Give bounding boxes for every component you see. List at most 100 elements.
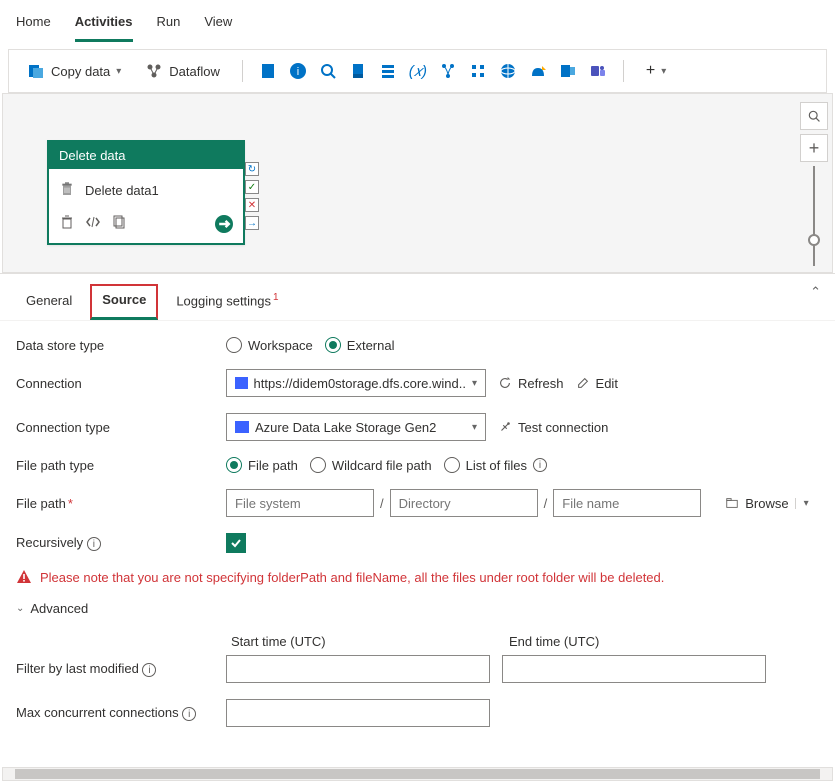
dataflow-button[interactable]: Dataflow xyxy=(139,58,226,84)
align-icon[interactable] xyxy=(469,62,487,80)
node-title: Delete data xyxy=(49,142,243,169)
radio-external[interactable]: External xyxy=(325,337,395,353)
panel-tab-general[interactable]: General xyxy=(16,287,82,318)
copy-data-button[interactable]: Copy data ▾ xyxy=(21,58,127,84)
run-icon[interactable] xyxy=(215,215,233,233)
radio-workspace-label: Workspace xyxy=(248,338,313,353)
search-icon[interactable] xyxy=(319,62,337,80)
radio-file-path-label: File path xyxy=(248,458,298,473)
start-time-header: Start time (UTC) xyxy=(231,634,495,649)
radio-file-path[interactable]: File path xyxy=(226,457,298,473)
canvas[interactable]: + Delete data Delete data1 ↻ ✓ ✕ → xyxy=(2,93,833,273)
data-store-type-label: Data store type xyxy=(16,338,216,353)
info-icon[interactable]: i xyxy=(289,62,307,80)
connection-type-select[interactable]: Azure Data Lake Storage Gen2 ▾ xyxy=(226,413,486,441)
info-icon[interactable]: i xyxy=(142,663,156,677)
connector-retry-icon[interactable]: ↻ xyxy=(245,162,259,176)
path-separator: / xyxy=(380,496,384,511)
file-name-input[interactable] xyxy=(553,489,701,517)
max-connections-input[interactable] xyxy=(226,699,490,727)
end-time-header: End time (UTC) xyxy=(509,634,773,649)
file-path-label: File path* xyxy=(16,496,216,511)
add-button[interactable]: + ▾ xyxy=(640,58,672,84)
activity-node[interactable]: Delete data Delete data1 ↻ ✓ ✕ → xyxy=(47,140,245,245)
warning-text: Please note that you are not specifying … xyxy=(40,570,664,585)
branch-icon[interactable] xyxy=(439,62,457,80)
canvas-add-button[interactable]: + xyxy=(800,134,828,162)
info-icon[interactable]: i xyxy=(533,458,547,472)
chevron-down-icon[interactable]: ▾ xyxy=(795,498,809,509)
browse-label: Browse xyxy=(745,496,788,511)
tab-activities[interactable]: Activities xyxy=(75,8,133,42)
start-time-input[interactable] xyxy=(226,655,490,683)
web-icon[interactable] xyxy=(499,62,517,80)
delete-icon[interactable] xyxy=(59,214,75,233)
logging-badge: 1 xyxy=(273,292,279,303)
code-icon[interactable] xyxy=(85,214,101,233)
radio-external-label: External xyxy=(347,338,395,353)
connection-select[interactable]: https://didem0storage.dfs.core.wind.. ▾ xyxy=(226,369,486,397)
panel-tab-logging-label: Logging settings xyxy=(176,293,271,308)
max-conn-label: Max concurrent connections i xyxy=(16,705,216,722)
connection-label: Connection xyxy=(16,376,216,391)
radio-list-files-label: List of files xyxy=(466,458,527,473)
recursively-checkbox[interactable] xyxy=(226,533,246,553)
edit-button[interactable]: Edit xyxy=(576,376,618,391)
directory-input[interactable] xyxy=(390,489,538,517)
outlook-icon[interactable] xyxy=(559,62,577,80)
connector-skip-icon[interactable]: → xyxy=(245,216,259,230)
radio-wildcard[interactable]: Wildcard file path xyxy=(310,457,432,473)
copy-icon[interactable] xyxy=(111,214,127,233)
tab-home[interactable]: Home xyxy=(16,8,51,42)
connector-fail-icon[interactable]: ✕ xyxy=(245,198,259,212)
panel-tab-logging[interactable]: Logging settings1 xyxy=(166,286,288,318)
info-icon[interactable]: i xyxy=(182,707,196,721)
chevron-down-icon: ▾ xyxy=(472,378,477,389)
warning-message: Please note that you are not specifying … xyxy=(16,569,819,585)
webhook-icon[interactable] xyxy=(529,62,547,80)
collapse-panel-icon[interactable]: ⌃ xyxy=(810,284,821,300)
advanced-label: Advanced xyxy=(30,601,88,616)
filter-label: Filter by last modified i xyxy=(16,661,216,678)
file-system-input[interactable] xyxy=(226,489,374,517)
connection-value: https://didem0storage.dfs.core.wind.. xyxy=(254,376,466,391)
storage-icon xyxy=(235,421,249,433)
tab-run[interactable]: Run xyxy=(157,8,181,42)
dataflow-icon xyxy=(145,62,163,80)
delete-large-icon xyxy=(59,181,75,200)
teams-icon[interactable] xyxy=(589,62,607,80)
browse-button[interactable]: Browse xyxy=(725,496,788,511)
refresh-label: Refresh xyxy=(518,376,564,391)
chevron-down-icon: ▾ xyxy=(116,66,121,77)
refresh-button[interactable]: Refresh xyxy=(498,376,564,391)
test-connection-button[interactable]: Test connection xyxy=(498,420,608,435)
copy-data-icon xyxy=(27,62,45,80)
chevron-down-icon: ▾ xyxy=(661,66,666,77)
chevron-down-icon: ▾ xyxy=(472,422,477,433)
end-time-input[interactable] xyxy=(502,655,766,683)
copy-data-label: Copy data xyxy=(51,64,110,79)
info-icon[interactable]: i xyxy=(87,537,101,551)
scrollbar-thumb[interactable] xyxy=(15,769,819,779)
separator xyxy=(623,60,624,82)
variable-icon[interactable]: (𝑥) xyxy=(409,62,427,80)
toolbar: Copy data ▾ Dataflow i (𝑥) + ▾ xyxy=(8,49,827,93)
list-icon[interactable] xyxy=(379,62,397,80)
connector-handles: ↻ ✓ ✕ → xyxy=(245,162,259,230)
tab-view[interactable]: View xyxy=(204,8,232,42)
separator xyxy=(242,60,243,82)
path-separator: / xyxy=(544,496,548,511)
advanced-toggle[interactable]: ⌄Advanced xyxy=(16,601,88,616)
radio-list-files[interactable]: List of files i xyxy=(444,457,547,473)
panel-tab-source[interactable]: Source xyxy=(90,284,158,320)
radio-wildcard-label: Wildcard file path xyxy=(332,458,432,473)
dataflow-label: Dataflow xyxy=(169,64,220,79)
script-icon[interactable] xyxy=(349,62,367,80)
connector-success-icon[interactable]: ✓ xyxy=(245,180,259,194)
notebook-icon[interactable] xyxy=(259,62,277,80)
recursively-label: Recursively i xyxy=(16,535,216,552)
node-name: Delete data1 xyxy=(85,183,159,198)
zoom-slider-handle[interactable] xyxy=(808,234,820,246)
canvas-search-button[interactable] xyxy=(800,102,828,130)
radio-workspace[interactable]: Workspace xyxy=(226,337,313,353)
